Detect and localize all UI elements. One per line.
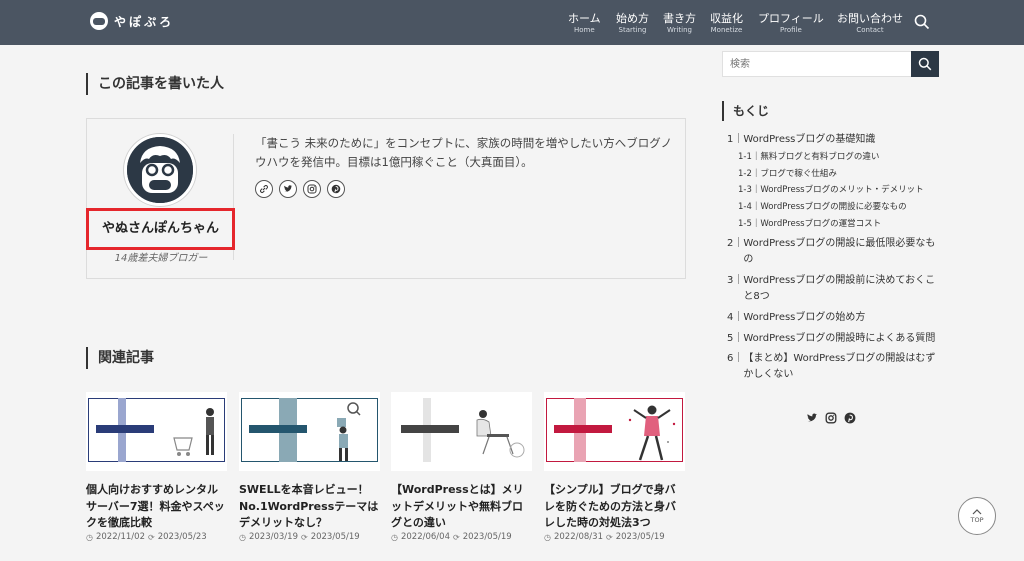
toc-title: もくじ	[722, 101, 769, 121]
instagram-icon[interactable]	[303, 180, 321, 198]
toc-sub-item[interactable]: 1-3｜ WordPressブログのメリット・デメリット	[738, 184, 938, 196]
author-name: やぬさんぽんちゃん	[101, 221, 219, 236]
logo-face-icon	[90, 12, 108, 30]
author-description: 「書こう 未来のために」をコンセプトに、家族の時間を増やしたい方へブログノウハウ…	[255, 136, 673, 169]
refresh-icon: ⟳	[452, 532, 460, 542]
related-card-thumbnail[interactable]	[391, 392, 532, 471]
clock-icon: ◷	[86, 532, 93, 542]
related-card-meta: ◷ 2022/11/02 ⟳ 2023/05/23	[86, 532, 207, 542]
search-input[interactable]	[723, 52, 911, 76]
nav-item-profile[interactable]: プロフィール Profile	[758, 12, 824, 35]
nav-item-contact[interactable]: お問い合わせ Contact	[837, 12, 903, 35]
refresh-icon: ⟳	[605, 532, 613, 542]
related-section-title: 関連記事	[86, 347, 154, 369]
site-logo[interactable]: やぽぷろ	[90, 12, 174, 30]
instagram-icon[interactable]	[824, 411, 837, 424]
toc-item[interactable]: 3｜ WordPressブログの開設前に決めておくこと8つ	[727, 273, 939, 305]
toc-item[interactable]: 2｜ WordPressブログの開設に最低限必要なもの	[727, 236, 939, 268]
nav-item-writing[interactable]: 書き方 Writing	[663, 12, 696, 35]
nav-item-monetize[interactable]: 収益化 Monetize	[710, 12, 743, 35]
clock-icon: ◷	[391, 532, 398, 542]
toc-sub-item[interactable]: 1-1｜ 無料ブログと有料ブログの違い	[738, 151, 938, 163]
related-card-thumbnail[interactable]	[86, 392, 227, 471]
search-button[interactable]	[911, 51, 939, 77]
clock-icon: ◷	[239, 532, 246, 542]
toc-sub-item[interactable]: 1-2｜ ブログで稼ぐ仕組み	[738, 168, 938, 180]
related-card-title[interactable]: 個人向けおすすめレンタルサーバー7選！料金やスペックを徹底比較	[86, 482, 227, 532]
pinterest-icon[interactable]	[327, 180, 345, 198]
chevron-up-icon	[972, 508, 982, 514]
nav-item-home[interactable]: ホーム Home	[568, 12, 601, 35]
logo-text: やぽぷろ	[114, 14, 175, 29]
nav-item-starting[interactable]: 始め方 Starting	[616, 12, 649, 35]
related-card-meta: ◷ 2022/06/04 ⟳ 2023/05/19	[391, 532, 512, 542]
author-subtitle: 14歳差夫婦ブロガー	[114, 253, 208, 264]
related-card-title[interactable]: SWELLを本音レビュー！No.1WordPressテーマはデメリットなし？	[239, 482, 380, 532]
toc-item[interactable]: 5｜ WordPressブログの開設時によくある質問	[727, 331, 939, 347]
pinterest-icon[interactable]	[843, 411, 856, 424]
toc-sub-item[interactable]: 1-5｜ WordPressブログの運営コスト	[738, 218, 938, 230]
search-icon[interactable]	[914, 14, 932, 32]
twitter-icon[interactable]	[805, 411, 818, 424]
sidebar-search	[722, 51, 939, 77]
author-section-title: この記事を書いた人	[86, 73, 224, 95]
related-card-title[interactable]: 【シンプル】ブログで身バレを防ぐための方法と身バレした時の対処法3つ	[544, 482, 685, 532]
related-card-thumbnail[interactable]	[239, 392, 380, 471]
refresh-icon: ⟳	[147, 532, 155, 542]
clock-icon: ◷	[544, 532, 551, 542]
related-card-meta: ◷ 2022/08/31 ⟳ 2023/05/19	[544, 532, 665, 542]
author-avatar	[124, 134, 196, 206]
related-card-thumbnail[interactable]	[544, 392, 685, 471]
related-card-meta: ◷ 2023/03/19 ⟳ 2023/05/19	[239, 532, 360, 542]
toc-sub-item[interactable]: 1-4｜ WordPressブログの開設に必要なもの	[738, 201, 938, 213]
link-icon[interactable]	[255, 180, 273, 198]
refresh-icon: ⟳	[300, 532, 308, 542]
toc-item[interactable]: 1｜ WordPressブログの基礎知識	[727, 132, 937, 148]
search-icon	[918, 57, 932, 71]
back-to-top-button[interactable]: TOP	[958, 497, 996, 535]
related-card-title[interactable]: 【WordPressとは】メリットデメリットや無料ブログとの違い	[391, 482, 532, 532]
twitter-icon[interactable]	[279, 180, 297, 198]
toc-item[interactable]: 4｜ WordPressブログの始め方	[727, 310, 939, 326]
author-name-highlight: やぬさんぽんちゃん	[86, 208, 235, 250]
site-header: やぽぷろ ホーム Home 始め方 Starting 書き方 Writing 収…	[0, 0, 1024, 45]
toc-item[interactable]: 6｜ 【まとめ】WordPressブログの開設はむずかしくない	[727, 351, 939, 383]
